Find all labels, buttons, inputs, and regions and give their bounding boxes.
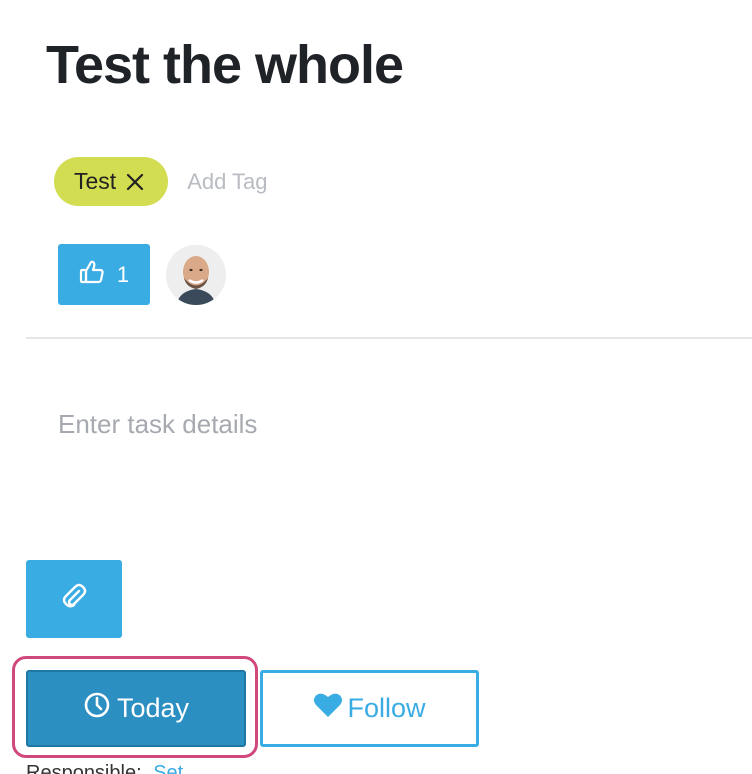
add-tag-link[interactable]: Add Tag	[187, 169, 267, 195]
avatar[interactable]	[166, 244, 226, 305]
close-icon[interactable]	[126, 173, 144, 191]
attach-file-button[interactable]	[26, 560, 122, 638]
follow-button[interactable]: Follow	[260, 670, 479, 747]
paperclip-icon	[59, 582, 89, 617]
clock-icon	[83, 691, 117, 726]
like-count: 1	[116, 261, 130, 287]
follow-label: Follow	[347, 693, 426, 723]
heart-icon	[313, 691, 347, 726]
task-details-input[interactable]: Enter task details	[58, 409, 257, 440]
like-row: 1	[58, 244, 226, 305]
thumbs-up-icon	[79, 259, 105, 291]
divider	[26, 337, 752, 339]
like-button[interactable]: 1	[58, 244, 150, 305]
task-detail-panel: Test the whole Test Add Tag 1 Enter task…	[0, 0, 752, 774]
tag-row: Test Add Tag	[54, 157, 268, 206]
responsible-set-link[interactable]: Set	[153, 762, 183, 774]
today-button[interactable]: Today	[26, 670, 246, 747]
tag-label: Test	[74, 168, 117, 194]
responsible-row: Responsible: Set	[26, 762, 183, 774]
responsible-label: Responsible:	[26, 762, 142, 774]
today-label: Today	[116, 693, 190, 723]
tag-chip[interactable]: Test	[54, 157, 169, 206]
task-title[interactable]: Test the whole	[46, 34, 404, 96]
